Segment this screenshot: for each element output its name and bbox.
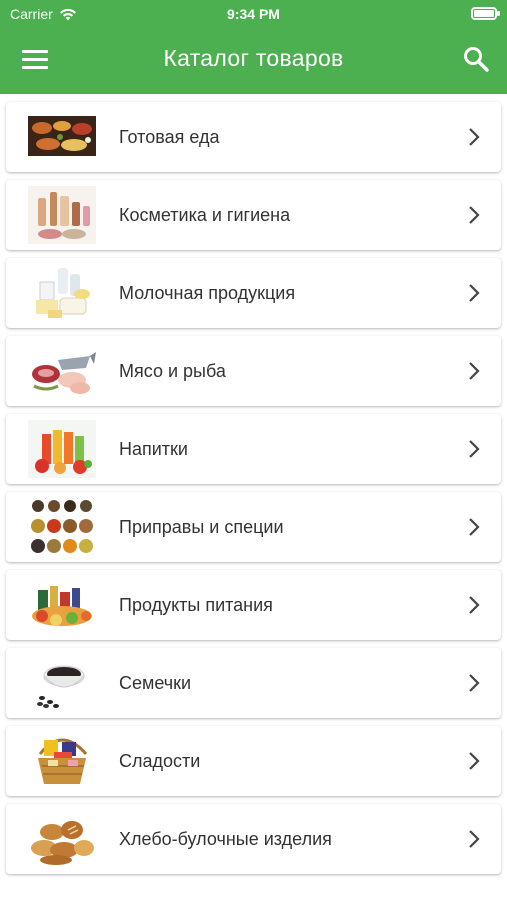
app-header: Carrier 9:34 PM Каталог товаров bbox=[0, 0, 507, 94]
chevron-right-icon bbox=[469, 596, 480, 614]
category-item-cosmetics[interactable]: Косметика и гигиена bbox=[6, 180, 501, 250]
chevron-right-icon bbox=[469, 128, 480, 146]
category-item-sweets[interactable]: Сладости bbox=[6, 726, 501, 796]
category-label: Хлебо-булочные изделия bbox=[119, 829, 332, 849]
category-item-drinks[interactable]: Напитки bbox=[6, 414, 501, 484]
category-item-groceries[interactable]: Продукты питания bbox=[6, 570, 501, 640]
category-item-dairy[interactable]: Молочная продукция bbox=[6, 258, 501, 328]
groceries-image bbox=[32, 586, 92, 626]
category-label: Молочная продукция bbox=[119, 283, 296, 303]
category-label: Косметика и гигиена bbox=[119, 205, 291, 225]
chevron-right-icon bbox=[469, 284, 480, 302]
drinks-image bbox=[28, 420, 96, 478]
page-title: Каталог товаров bbox=[163, 45, 344, 71]
category-label: Сладости bbox=[119, 751, 201, 771]
cosmetics-image bbox=[28, 186, 96, 244]
category-item-prepared-food[interactable]: Готовая еда bbox=[6, 102, 501, 172]
category-item-meat-fish[interactable]: Мясо и рыба bbox=[6, 336, 501, 406]
dairy-image bbox=[36, 268, 90, 318]
status-bar: Carrier 9:34 PM bbox=[0, 0, 507, 28]
chevron-right-icon bbox=[469, 440, 480, 458]
category-label: Семечки bbox=[119, 673, 192, 693]
chevron-right-icon bbox=[469, 518, 480, 536]
search-icon[interactable] bbox=[461, 44, 491, 74]
category-item-bakery[interactable]: Хлебо-булочные изделия bbox=[6, 804, 501, 874]
seeds-image bbox=[37, 665, 85, 708]
chevron-right-icon bbox=[469, 674, 480, 692]
category-item-spices[interactable]: Приправы и специи bbox=[6, 492, 501, 562]
bakery-image bbox=[31, 821, 94, 865]
status-time: 9:34 PM bbox=[227, 6, 280, 22]
sweets-image bbox=[38, 738, 88, 784]
spices-image bbox=[31, 500, 93, 553]
category-label: Напитки bbox=[119, 439, 188, 459]
meat-fish-image bbox=[32, 352, 96, 394]
chevron-right-icon bbox=[469, 830, 480, 848]
chevron-right-icon bbox=[469, 362, 480, 380]
prepared-food-image bbox=[28, 116, 96, 156]
category-label: Мясо и рыба bbox=[119, 361, 226, 381]
chevron-right-icon bbox=[469, 206, 480, 224]
category-label: Готовая еда bbox=[119, 127, 220, 147]
battery-icon bbox=[471, 7, 500, 20]
category-item-seeds[interactable]: Семечки bbox=[6, 648, 501, 718]
category-label: Приправы и специи bbox=[119, 517, 284, 537]
category-label: Продукты питания bbox=[119, 595, 273, 615]
chevron-right-icon bbox=[469, 752, 480, 770]
